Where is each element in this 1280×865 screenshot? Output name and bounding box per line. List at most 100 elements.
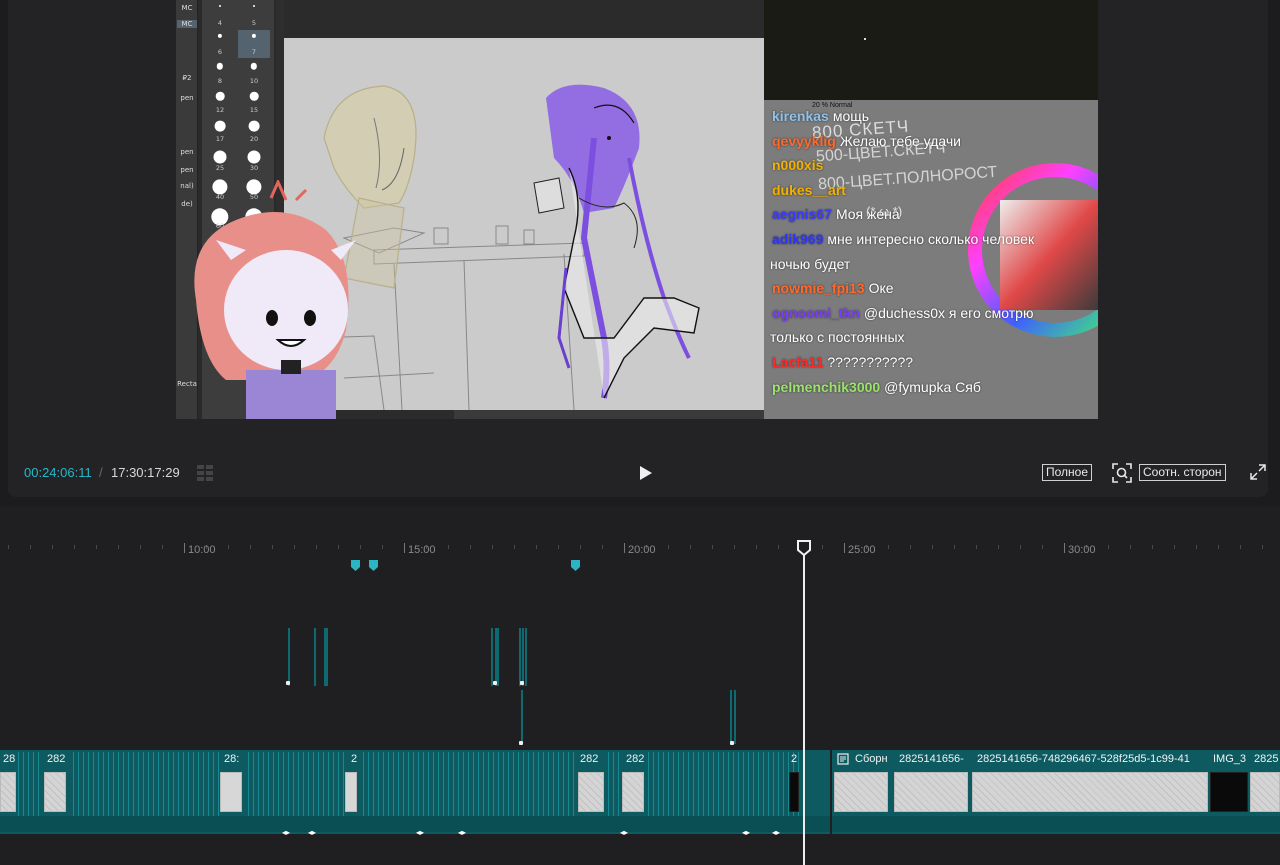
clip-handle[interactable] — [520, 681, 524, 685]
brush-size-cell[interactable]: 15 — [238, 88, 270, 116]
clip-thumbnail — [789, 772, 799, 812]
video-preview[interactable]: MC MC ₽2 pen pen pen nal) de) Recta 4567… — [176, 0, 1098, 419]
aspect-ratio-button[interactable]: Соотн. сторон — [1139, 464, 1226, 481]
brush-size-cell[interactable]: 12 — [204, 88, 236, 116]
ruler-tick — [602, 545, 603, 549]
brush-dot — [217, 34, 223, 39]
ruler-major-tick — [1064, 543, 1065, 553]
grid-view-icon[interactable] — [196, 464, 222, 482]
ruler-major-tick — [844, 543, 845, 553]
chat-username: n000xis — [772, 157, 824, 174]
overlay-clip[interactable] — [314, 628, 316, 686]
ruler-major-tick — [624, 543, 625, 553]
marker-icon[interactable] — [571, 560, 580, 571]
overlay-clip[interactable] — [519, 628, 521, 686]
playhead[interactable] — [803, 552, 805, 865]
clip-handle[interactable] — [519, 741, 523, 745]
clip-thumbnail — [220, 772, 242, 812]
ruler-major-tick — [184, 543, 185, 553]
clip-label: 2825141656-748296467-528f25d5-1c99-41 — [977, 753, 1190, 765]
play-icon[interactable] — [634, 462, 656, 484]
overlay-clip[interactable] — [491, 628, 493, 686]
brush-size-cell[interactable]: 6 — [204, 30, 236, 58]
clip-thumbnail — [972, 772, 1208, 812]
clip-label: 282 — [580, 753, 599, 765]
brush-dot — [215, 92, 225, 101]
transition-mark[interactable]: ◂▸ — [620, 828, 628, 837]
brush-size-cell[interactable]: 20 — [238, 117, 270, 145]
transition-mark[interactable]: ◂▸ — [282, 828, 290, 837]
chat-username: adik969 — [772, 231, 824, 247]
clip-label: 2 — [791, 753, 798, 765]
chat-text: @fymupka Сяб — [884, 378, 981, 395]
chat-username: pelmenchik3000 — [772, 378, 881, 395]
ruler-tick — [272, 545, 273, 549]
zoom-fit-icon[interactable] — [1112, 463, 1132, 483]
overlay-clip[interactable] — [288, 628, 290, 686]
clip-label: 2825 — [1254, 753, 1279, 765]
ruler-tick — [1262, 545, 1263, 549]
ruler-tick — [1020, 545, 1021, 549]
current-timecode: 00:24:06:11 — [24, 465, 92, 480]
transition-mark[interactable]: ◂▸ — [742, 828, 750, 837]
overlay-clip[interactable] — [734, 690, 736, 744]
clip-thumbnail — [44, 772, 66, 812]
fullscreen-icon[interactable] — [1250, 464, 1266, 480]
brush-size-cell[interactable]: 7 — [238, 30, 270, 58]
brush-size-cell[interactable]: 5 — [238, 1, 270, 29]
playhead-handle-icon[interactable] — [797, 540, 811, 556]
clip-label: 28: — [224, 753, 240, 765]
ruler-tick — [1196, 545, 1197, 549]
marker-icon[interactable] — [369, 560, 378, 571]
overlay-clip[interactable] — [522, 628, 524, 686]
ruler-tick — [448, 545, 449, 549]
tool-label: ₽2 — [182, 74, 192, 82]
chat-username: aegnis67 — [772, 206, 832, 223]
ruler-tick — [492, 545, 493, 549]
brush-size-cell[interactable]: 10 — [238, 59, 270, 87]
clip-handle[interactable] — [286, 681, 290, 685]
brush-dot — [219, 5, 221, 7]
overlay-clip[interactable] — [525, 628, 527, 686]
brush-dot — [214, 120, 226, 132]
avatar-character — [194, 180, 356, 419]
clip-handle[interactable] — [493, 681, 497, 685]
clip-handle[interactable] — [730, 741, 734, 745]
overlay-clip[interactable] — [326, 628, 328, 686]
overlay-clip[interactable] — [497, 628, 499, 686]
marker-icon[interactable] — [351, 560, 360, 571]
transition-mark[interactable]: ◂▸ — [458, 828, 466, 837]
ruler-tick — [1240, 545, 1241, 549]
tool-label: pen — [180, 94, 194, 102]
overlay-clip[interactable] — [730, 690, 732, 744]
transition-mark[interactable]: ◂▸ — [772, 828, 780, 837]
chat-text: Желаю тебе удачи — [839, 132, 961, 149]
brush-size-cell[interactable]: 8 — [204, 59, 236, 87]
brush-dot — [213, 150, 227, 163]
ruler-tick — [514, 545, 515, 549]
overlay-clip[interactable] — [521, 690, 523, 744]
ruler-tick — [536, 545, 537, 549]
transition-mark[interactable]: ◂▸ — [416, 828, 424, 837]
brush-size-label: 17 — [215, 135, 225, 143]
chat-message: aegnis67 Моя жена — [772, 206, 900, 222]
brush-size-cell[interactable]: 4 — [204, 1, 236, 29]
brush-size-label: 5 — [251, 19, 257, 27]
ruler-tick — [118, 545, 119, 549]
chat-text: ночью будет — [770, 255, 851, 272]
brush-size-cell[interactable]: 30 — [238, 146, 270, 174]
brush-size-cell[interactable]: 17 — [204, 117, 236, 145]
timecode-separator: / — [99, 465, 103, 480]
brush-size-cell[interactable]: 25 — [204, 146, 236, 174]
chat-text: мне интересно сколько человек — [827, 231, 1035, 247]
ruler-tick — [338, 545, 339, 549]
brush-dot — [247, 150, 261, 163]
clip-thumbnail — [0, 772, 16, 812]
fit-full-button[interactable]: Полное — [1042, 464, 1093, 481]
preview-panel: MC MC ₽2 pen pen pen nal) de) Recta 4567… — [8, 0, 1268, 497]
chat-message: qevyyklig Желаю тебе удачи — [772, 133, 961, 149]
total-timecode: 17:30:17:29 — [111, 465, 180, 480]
chat-message: nowmie_fpi13 Оке — [772, 280, 894, 296]
ruler-tick — [470, 545, 471, 549]
transition-mark[interactable]: ◂▸ — [308, 828, 316, 837]
